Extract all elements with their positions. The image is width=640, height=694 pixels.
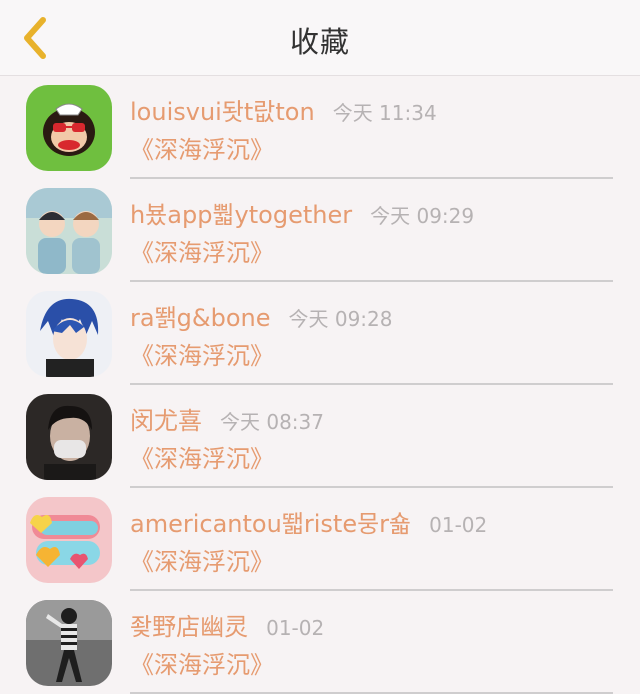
list-item[interactable]: americantou뙓riste뭉r숇 01-02 《深海浮沉》	[0, 488, 640, 591]
username[interactable]: 좢野店幽灵	[130, 607, 248, 642]
username[interactable]: americantou뙓riste뭉r숇	[130, 504, 411, 539]
list-item-content: h뵸app뿳ytogether 今天 09:29 《深海浮沉》	[130, 179, 613, 282]
timestamp: 今天 09:29	[370, 204, 475, 228]
timestamp: 今天 09:28	[288, 307, 393, 331]
favorite-subject: 《深海浮沉》	[130, 548, 274, 576]
monkey-logo-avatar[interactable]	[26, 85, 112, 171]
list-item-content: americantou뙓riste뭉r숇 01-02 《深海浮沉》	[130, 488, 613, 591]
list-item-content: louisvui돳t랎ton 今天 11:34 《深海浮沉》	[130, 76, 613, 179]
favorite-subject: 《深海浮沉》	[130, 239, 274, 267]
bw-dancer-avatar[interactable]	[26, 600, 112, 686]
timestamp: 今天 08:37	[220, 410, 324, 434]
list-item[interactable]: 闵尤喜 今天 08:37 《深海浮沉》	[0, 385, 640, 488]
favorites-list: louisvui돳t랎ton 今天 11:34 《深海浮沉》 h뵸app뿳yto…	[0, 76, 640, 694]
favorite-subject: 《深海浮沉》	[130, 342, 274, 370]
list-item[interactable]: louisvui돳t랎ton 今天 11:34 《深海浮沉》	[0, 76, 640, 179]
list-item-content: 闵尤喜 今天 08:37 《深海浮沉》	[130, 385, 613, 488]
username[interactable]: 闵尤喜	[130, 401, 202, 436]
anime-boys-avatar[interactable]	[26, 188, 112, 274]
favorite-subject: 《深海浮沉》	[130, 445, 274, 473]
list-item[interactable]: ra뙑g&bone 今天 09:28 《深海浮沉》	[0, 282, 640, 385]
list-item[interactable]: 좢野店幽灵 01-02 《深海浮沉》	[0, 591, 640, 694]
list-item[interactable]: h뵸app뿳ytogether 今天 09:29 《深海浮沉》	[0, 179, 640, 282]
timestamp: 01-02	[266, 616, 325, 640]
favorite-subject: 《深海浮沉》	[130, 651, 274, 679]
username[interactable]: louisvui돳t랎ton	[130, 92, 315, 127]
masked-person-avatar[interactable]	[26, 394, 112, 480]
timestamp: 今天 11:34	[332, 101, 437, 125]
timestamp: 01-02	[429, 513, 488, 537]
list-item-content: 좢野店幽灵 01-02 《深海浮沉》	[130, 591, 613, 694]
nav-bar: 收藏	[0, 0, 640, 76]
colorful-candy-avatar[interactable]	[26, 497, 112, 583]
blue-hair-anime-avatar[interactable]	[26, 291, 112, 377]
username[interactable]: h뵸app뿳ytogether	[130, 195, 352, 230]
favorite-subject: 《深海浮沉》	[130, 136, 274, 164]
list-item-content: ra뙑g&bone 今天 09:28 《深海浮沉》	[130, 282, 613, 385]
username[interactable]: ra뙑g&bone	[130, 298, 271, 333]
page-title: 收藏	[289, 25, 350, 59]
